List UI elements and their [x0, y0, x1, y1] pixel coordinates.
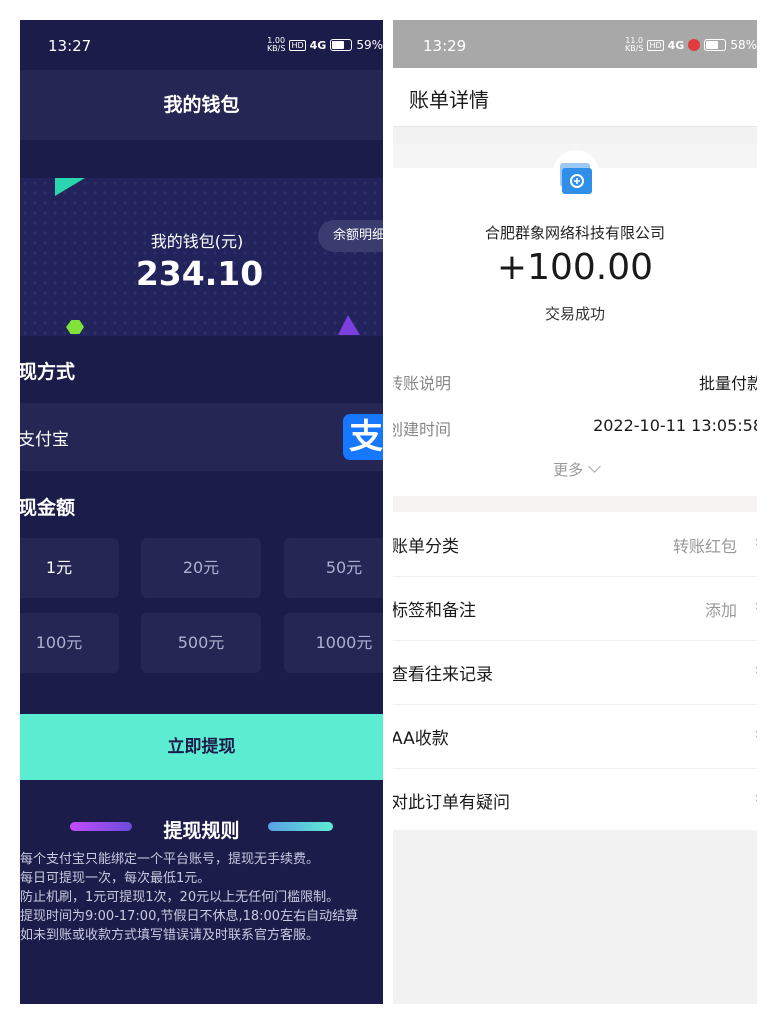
- balance-detail-button[interactable]: 余额明细: [318, 220, 383, 252]
- detail-value-transfer-note: 批量付款: [698, 374, 757, 393]
- signal-icon: 4G: [309, 38, 327, 52]
- battery-percent: 58%: [730, 38, 757, 52]
- battery-percent: 59%: [356, 38, 383, 52]
- section-gap: [393, 496, 757, 512]
- alipay-icon: 支: [343, 414, 383, 460]
- status-icons: 11.0 KB/S HD 4G 58%: [625, 37, 757, 53]
- amount-option-500[interactable]: 500元: [141, 613, 261, 673]
- amount-option-50[interactable]: 50元: [284, 538, 383, 598]
- rules-text: 每个支付宝只能绑定一个平台账号，提现无手续费。 每日可提现一次，每次最低1元。 …: [20, 850, 383, 945]
- rule-line: 提现时间为9:00-17:00,节假日不休息,18:00左右自动结算: [20, 909, 359, 924]
- chevron-right-icon: ›: [754, 660, 757, 680]
- status-bar: 13:27 1.00 KB/S HD 4G 59%: [20, 20, 383, 70]
- chevron-right-icon: ›: [754, 788, 757, 808]
- withdraw-method-label: 支付宝: [20, 430, 69, 450]
- network-speed: 11.0 KB/S: [624, 36, 644, 53]
- status-time: 13:27: [48, 37, 92, 55]
- bill-detail-screen: 13:29 11.0 KB/S HD 4G 58% 账单详情 合肥群象网络科技有限…: [393, 20, 757, 1004]
- merchant-name: 合肥群象网络科技有限公司: [484, 224, 665, 242]
- more-details-toggle[interactable]: 更多: [393, 459, 757, 480]
- wallet-screen: 13:27 1.00 KB/S HD 4G 59% 我的钱包 我的钱包(元) 23…: [20, 20, 383, 1004]
- hd-icon: HD: [647, 39, 664, 51]
- more-label: 更多: [553, 461, 584, 479]
- rule-line: 如未到账或收款方式填写错误请及时联系官方客服。: [20, 928, 320, 943]
- chevron-right-icon: ›: [754, 724, 757, 744]
- rule-line: 每日可提现一次，每次最低1元。: [20, 871, 211, 886]
- network-speed: 1.00 KB/S: [266, 36, 286, 53]
- row-label: 账单分类: [393, 537, 459, 557]
- page-title: 我的钱包: [163, 94, 240, 116]
- amount-option-100[interactable]: 100元: [20, 613, 119, 673]
- list-item-order-question[interactable]: 对此订单有疑问 ›: [393, 768, 757, 833]
- triangle-decoration-icon: [55, 178, 85, 196]
- notification-dot-icon: [688, 39, 701, 51]
- status-time: 13:29: [423, 37, 467, 55]
- hero-top-band: [20, 140, 383, 178]
- transfer-icon: [560, 163, 592, 194]
- amount-option-20[interactable]: 20元: [141, 538, 261, 598]
- wallet-balance: 234.10: [135, 254, 264, 293]
- status-icons: 1.00 KB/S HD 4G 59%: [267, 37, 383, 53]
- amount-option-1[interactable]: 1元: [20, 538, 119, 598]
- withdraw-method-heading: 现方式: [20, 361, 76, 383]
- chevron-right-icon: ›: [754, 532, 757, 552]
- pyramid-decoration-icon: [338, 315, 360, 335]
- withdraw-button[interactable]: 立即提现: [20, 714, 383, 780]
- transaction-status: 交易成功: [544, 305, 605, 323]
- page-title: 账单详情: [409, 88, 489, 112]
- row-label: AA收款: [393, 729, 449, 749]
- list-item-history[interactable]: 查看往来记录 ›: [393, 640, 757, 705]
- battery-icon: [330, 39, 353, 51]
- chevron-right-icon: ›: [754, 596, 757, 616]
- row-value: 转账红包: [672, 537, 737, 556]
- hd-icon: HD: [289, 39, 306, 51]
- withdraw-amount-heading: 现金额: [20, 497, 76, 519]
- amount-option-1000[interactable]: 1000元: [284, 613, 383, 673]
- withdraw-method-alipay[interactable]: [20, 403, 383, 471]
- detail-label-created-time: 创建时间: [393, 420, 452, 439]
- detail-value-created-time: 2022-10-11 13:05:58: [593, 416, 757, 435]
- list-item-tags-notes[interactable]: 标签和备注 添加 ›: [393, 576, 757, 641]
- rule-line: 每个支付宝只能绑定一个平台账号，提现无手续费。: [20, 852, 320, 867]
- transaction-card: [393, 168, 757, 496]
- transaction-amount: +100.00: [496, 247, 654, 288]
- chevron-down-icon: [588, 460, 601, 473]
- signal-icon: 4G: [667, 38, 685, 52]
- row-label: 标签和备注: [393, 601, 476, 621]
- status-bar: 13:29 11.0 KB/S HD 4G 58%: [393, 20, 757, 68]
- row-value: 添加: [704, 601, 737, 620]
- detail-label-transfer-note: 转账说明: [393, 374, 452, 393]
- list-item-aa-collect[interactable]: AA收款 ›: [393, 704, 757, 769]
- rules-decoration-right: [268, 822, 333, 831]
- rule-line: 防止机刷，1元可提现1次，20元以上无任何门槛限制。: [20, 890, 340, 905]
- row-label: 查看往来记录: [393, 665, 493, 685]
- list-item-bill-category[interactable]: 账单分类 转账红包 ›: [393, 512, 757, 577]
- row-label: 对此订单有疑问: [393, 793, 510, 813]
- battery-icon: [704, 39, 727, 51]
